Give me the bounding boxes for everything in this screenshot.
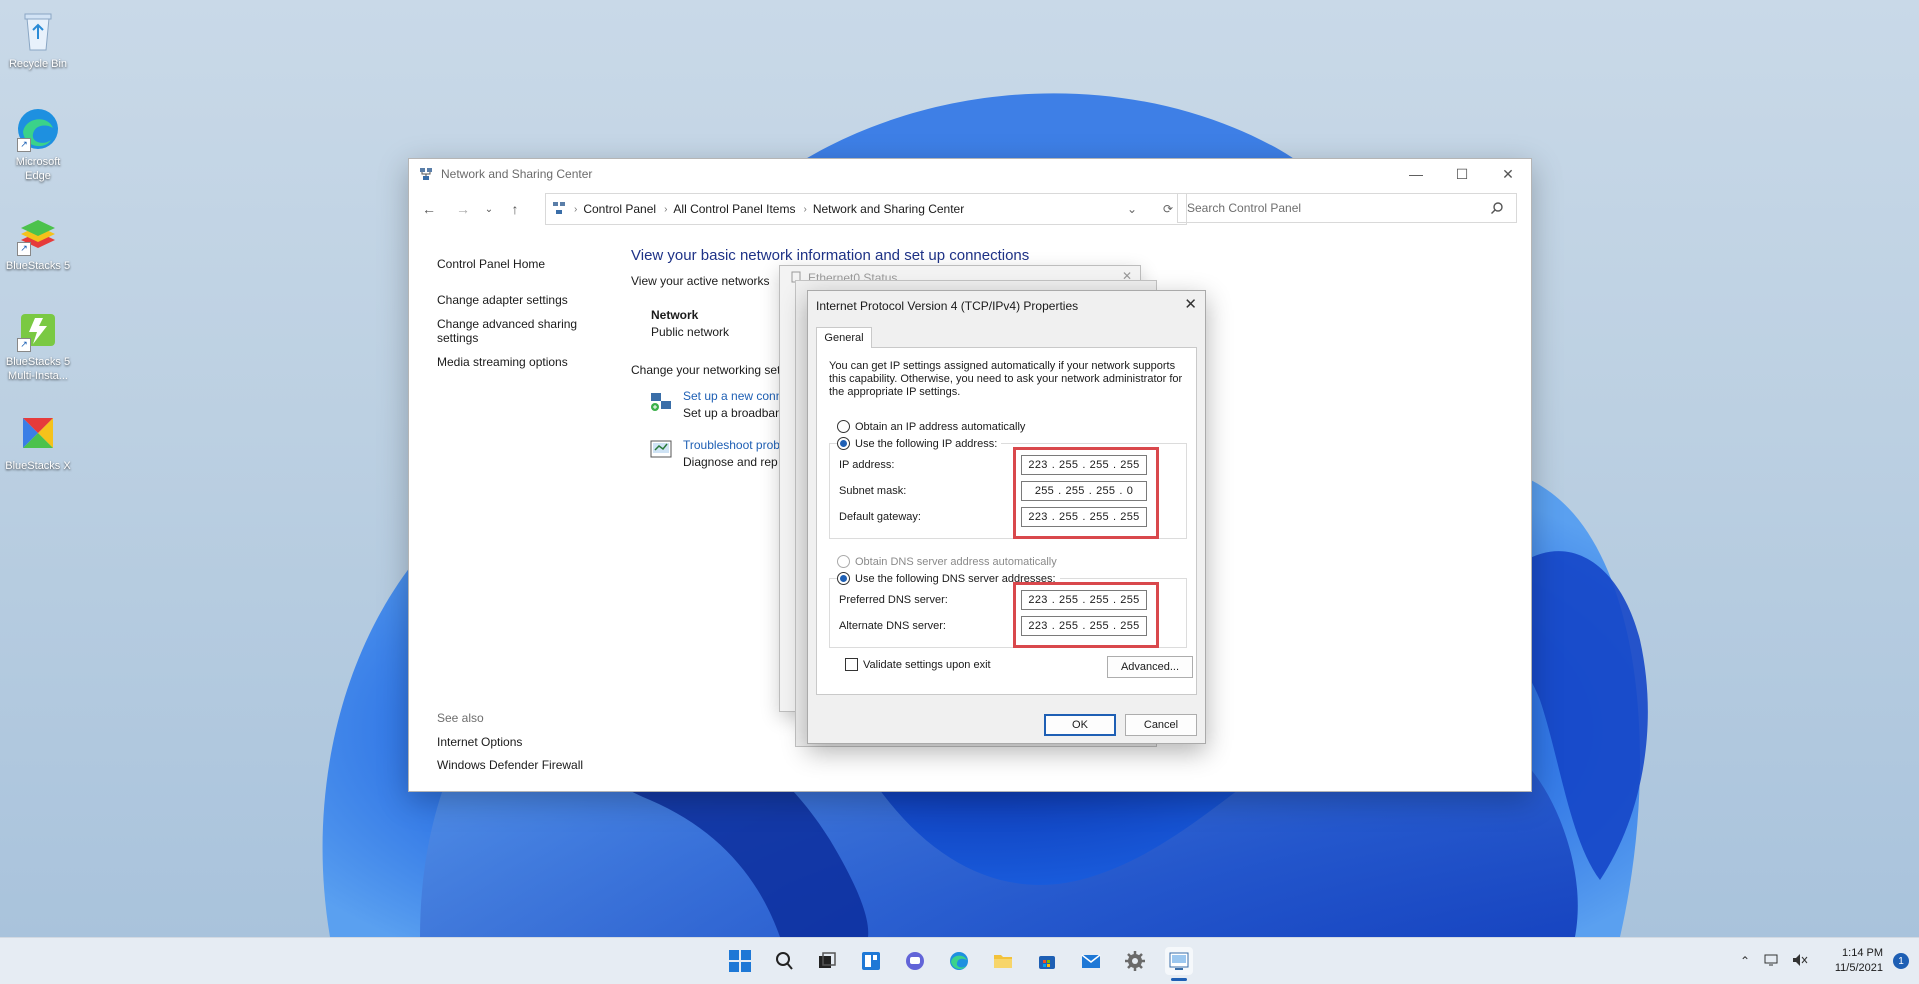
window-title: Network and Sharing Center <box>441 167 593 181</box>
mail-icon[interactable] <box>1077 947 1105 975</box>
breadcrumb-all-items[interactable]: All Control Panel Items <box>673 202 795 216</box>
network-center-icon <box>419 167 433 181</box>
new-connection-icon <box>649 389 673 413</box>
radio-button-disabled[interactable] <box>837 555 850 568</box>
system-tray: ⌃ <box>1740 938 1808 984</box>
dialog-title: Internet Protocol Version 4 (TCP/IPv4) P… <box>816 299 1079 313</box>
ok-button[interactable]: OK <box>1044 714 1116 736</box>
chat-icon[interactable] <box>901 947 929 975</box>
intro-text: You can get IP settings assigned automat… <box>829 360 1183 398</box>
bluestacks-multi-icon: ↗ <box>15 306 61 352</box>
shortcut-arrow-icon: ↗ <box>17 338 31 352</box>
chevron-right-icon[interactable]: › <box>664 204 667 215</box>
control-panel-taskbar-icon[interactable] <box>1165 947 1193 981</box>
bluestacks-icon: ↗ <box>15 210 61 256</box>
breadcrumb-control-panel[interactable]: Control Panel <box>583 202 656 216</box>
forward-button[interactable]: → <box>451 197 475 221</box>
back-button[interactable]: ← <box>417 197 441 221</box>
chevron-down-icon[interactable]: ⌄ <box>1114 194 1150 224</box>
shortcut-arrow-icon: ↗ <box>17 138 31 152</box>
edge-taskbar-icon[interactable] <box>945 947 973 975</box>
desktop-icon-bluestacks-x[interactable]: BlueStacks X <box>2 410 74 473</box>
ipv4-properties-dialog: Internet Protocol Version 4 (TCP/IPv4) P… <box>807 290 1206 744</box>
link-defender-firewall[interactable]: Windows Defender Firewall <box>437 758 583 772</box>
close-icon[interactable]: ✕ <box>1184 295 1197 313</box>
desktop-icon-bluestacks-multi[interactable]: ↗ BlueStacks 5 Multi-Insta... <box>2 306 74 383</box>
volume-muted-icon[interactable] <box>1792 953 1808 970</box>
search-icon[interactable] <box>1490 201 1504 218</box>
subnet-mask-label: Subnet mask: <box>839 485 907 497</box>
settings-gear-icon[interactable] <box>1121 947 1149 975</box>
notification-badge[interactable]: 1 <box>1893 953 1909 969</box>
radio-button[interactable] <box>837 420 850 433</box>
see-also-section: See also Internet Options Windows Defend… <box>437 711 584 772</box>
page-title: View your basic network information and … <box>631 247 1030 264</box>
chevron-right-icon: › <box>574 203 578 215</box>
default-gateway-label: Default gateway: <box>839 511 921 523</box>
link-change-adapter-settings[interactable]: Change adapter settings <box>437 293 597 307</box>
radio-use-following-ip[interactable]: Use the following IP address: <box>837 437 1002 450</box>
task-view-icon[interactable] <box>813 947 841 975</box>
tab-general[interactable]: General <box>816 327 872 348</box>
search-icon[interactable] <box>770 947 798 975</box>
address-bar[interactable]: › Control Panel › All Control Panel Item… <box>545 193 1187 225</box>
taskbar: ⌃ 1:14 PM 11/5/2021 1 <box>0 937 1919 984</box>
minimize-button[interactable]: — <box>1393 159 1439 189</box>
file-explorer-icon[interactable] <box>989 947 1017 975</box>
left-navigation-pane: Control Panel Home Change adapter settin… <box>437 257 597 379</box>
desktop-icon-recycle-bin[interactable]: Recycle Bin <box>2 8 74 71</box>
general-tab-panel: You can get IP settings assigned automat… <box>816 347 1197 695</box>
desktop-icon-edge[interactable]: ↗ Microsoft Edge <box>2 106 74 183</box>
search-input[interactable]: Search Control Panel <box>1177 193 1517 223</box>
recent-locations-button[interactable]: ⌄ <box>477 197 501 221</box>
radio-obtain-ip-auto[interactable]: Obtain an IP address automatically <box>837 420 1025 433</box>
close-button[interactable]: ✕ <box>1485 159 1531 189</box>
edge-icon: ↗ <box>15 106 61 152</box>
highlight-box-dns <box>1013 582 1159 648</box>
date: 11/5/2021 <box>1834 962 1883 974</box>
link-change-advanced-sharing[interactable]: Change advanced sharing settings <box>437 317 597 345</box>
chevron-right-icon[interactable]: › <box>803 204 806 215</box>
ip-address-label: IP address: <box>839 459 895 471</box>
title-bar[interactable]: Network and Sharing Center <box>409 159 1531 189</box>
desktop-icon-bluestacks-5[interactable]: ↗ BlueStacks 5 <box>2 210 74 273</box>
store-icon[interactable] <box>1033 947 1061 975</box>
preferred-dns-label: Preferred DNS server: <box>839 594 948 606</box>
time: 1:14 PM <box>1842 947 1883 959</box>
highlight-box-ip <box>1013 447 1159 539</box>
alternate-dns-label: Alternate DNS server: <box>839 620 946 632</box>
shortcut-arrow-icon: ↗ <box>17 242 31 256</box>
breadcrumb-network-center[interactable]: Network and Sharing Center <box>813 202 964 216</box>
advanced-button[interactable]: Advanced... <box>1107 656 1193 678</box>
maximize-button[interactable]: ☐ <box>1439 159 1485 189</box>
link-media-streaming[interactable]: Media streaming options <box>437 355 597 369</box>
clock[interactable]: 1:14 PM 11/5/2021 <box>1835 946 1883 976</box>
link-internet-options[interactable]: Internet Options <box>437 735 583 749</box>
network-icon[interactable] <box>1764 953 1780 970</box>
radio-obtain-dns-auto[interactable]: Obtain DNS server address automatically <box>837 555 1057 568</box>
validate-settings-checkbox[interactable]: Validate settings upon exit <box>845 658 991 671</box>
start-button[interactable] <box>726 947 754 975</box>
radio-button-selected[interactable] <box>837 437 850 450</box>
active-app-indicator <box>1171 978 1187 981</box>
up-button[interactable]: ↑ <box>503 197 527 221</box>
cancel-button[interactable]: Cancel <box>1125 714 1197 736</box>
troubleshoot-icon <box>649 438 673 462</box>
radio-button-selected[interactable] <box>837 572 850 585</box>
link-control-panel-home[interactable]: Control Panel Home <box>437 257 597 271</box>
recycle-bin-icon <box>15 8 61 54</box>
control-panel-icon <box>552 201 566 218</box>
checkbox[interactable] <box>845 658 858 671</box>
bluestacks-x-icon <box>15 410 61 456</box>
chevron-up-icon[interactable]: ⌃ <box>1740 954 1750 968</box>
widgets-icon[interactable] <box>857 947 885 975</box>
